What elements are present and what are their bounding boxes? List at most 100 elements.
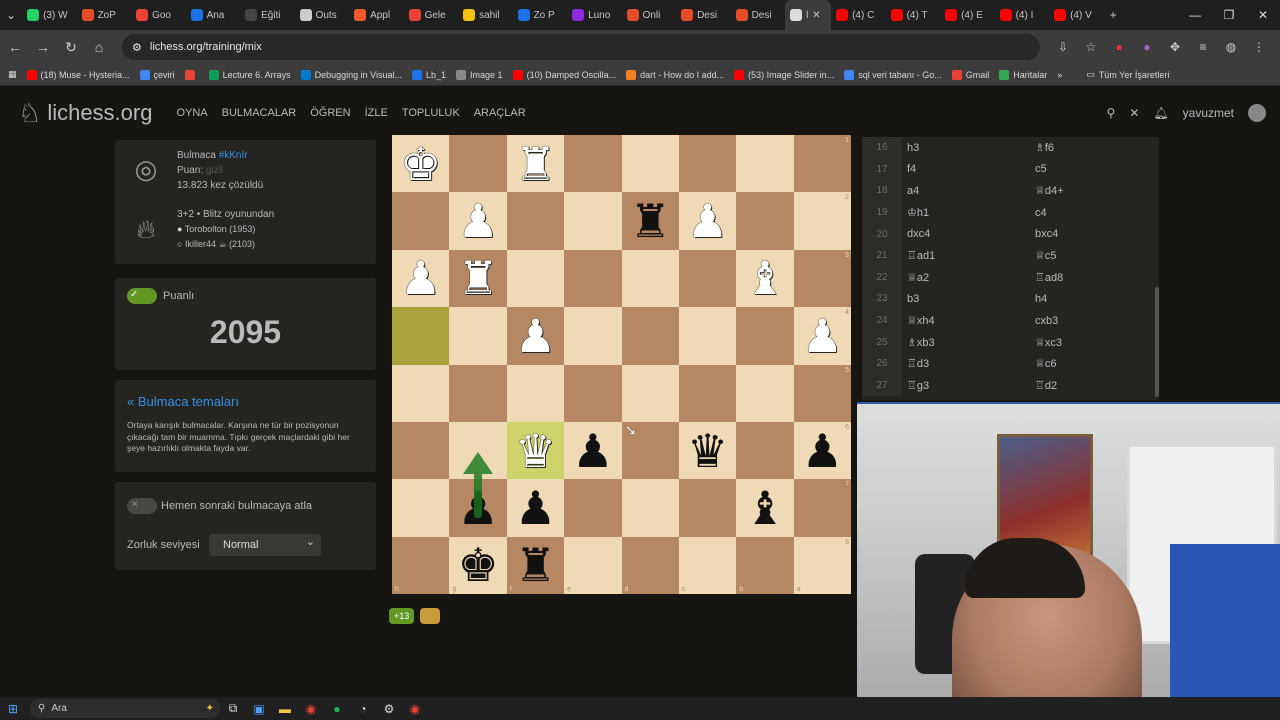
board-square[interactable] xyxy=(621,479,679,537)
white-move[interactable]: ♖g3 xyxy=(902,379,1030,392)
board-square[interactable] xyxy=(736,421,794,480)
board-square[interactable] xyxy=(678,249,737,308)
bookmark-item[interactable]: Debugging in Visual... xyxy=(300,69,402,80)
board-square[interactable] xyxy=(564,479,622,537)
white-move[interactable]: ♕xh4 xyxy=(902,314,1030,327)
chess-piece[interactable]: ♟ xyxy=(687,198,728,244)
board-square[interactable] xyxy=(678,135,737,193)
bookmark-item[interactable]: Image 1 xyxy=(456,69,503,80)
black-move[interactable]: cxb3 xyxy=(1030,315,1158,327)
browser-tab[interactable]: (4) V xyxy=(1049,0,1104,30)
site-info-icon[interactable]: ⚙ xyxy=(132,41,142,54)
black-move[interactable]: ♗f6 xyxy=(1030,141,1158,154)
black-move[interactable]: ♕c6 xyxy=(1030,357,1158,370)
board-square[interactable]: 7 xyxy=(793,479,851,537)
browser-tab[interactable]: (4) I xyxy=(995,0,1050,30)
board-square[interactable] xyxy=(736,307,794,365)
chess-piece[interactable]: ♚ xyxy=(457,542,498,588)
black-move[interactable]: ♕xc3 xyxy=(1030,336,1158,349)
chess-piece[interactable]: ♜ xyxy=(457,255,498,301)
browser-tab[interactable]: (3) W xyxy=(22,0,77,30)
browser-tab[interactable]: sahil xyxy=(458,0,513,30)
board-square[interactable] xyxy=(736,364,794,422)
board-square[interactable] xyxy=(678,307,737,365)
bookmark-item[interactable]: Lb_1 xyxy=(412,69,446,80)
extension-red-icon[interactable]: ● xyxy=(1108,36,1130,58)
black-move[interactable]: ♖d2 xyxy=(1030,379,1158,392)
extensions-icon[interactable]: ✥ xyxy=(1164,36,1186,58)
chess-board[interactable]: ♚♜1♟♜♟2♟♜♝3♟♟45♛♟♛♟6♟♟♝7h♚g♜fedcb8a xyxy=(392,135,851,594)
board-square[interactable] xyxy=(621,364,679,422)
browser-tab[interactable]: Eğiti xyxy=(240,0,295,30)
close-window-icon[interactable]: ✕ xyxy=(1246,0,1280,30)
bookmark-item[interactable]: çeviri xyxy=(139,69,175,80)
nav-community[interactable]: TOPLULUK xyxy=(402,107,460,119)
board-square[interactable]: ♜ xyxy=(506,135,565,193)
nav-play[interactable]: OYNA xyxy=(176,107,207,119)
board-square[interactable]: ♚ g xyxy=(449,536,507,594)
bookmark-item[interactable]: Haritalar xyxy=(999,69,1047,80)
hint-chip[interactable] xyxy=(420,608,441,624)
board-square[interactable] xyxy=(564,135,622,193)
bookmarks-more-button[interactable]: » xyxy=(1057,70,1062,80)
bookmark-item[interactable]: Lecture 6. Arrays xyxy=(208,69,291,80)
browser-tab[interactable]: Outs xyxy=(295,0,350,30)
reload-icon[interactable]: ↻ xyxy=(58,39,84,56)
chrome-icon[interactable]: ◉ xyxy=(298,697,324,720)
nav-learn[interactable]: ÖĞREN xyxy=(310,107,350,119)
board-square[interactable] xyxy=(506,364,565,422)
white-move[interactable]: a4 xyxy=(902,185,1030,197)
extension-purple-icon[interactable]: ● xyxy=(1136,36,1158,58)
board-square[interactable]: e xyxy=(564,536,622,594)
white-move[interactable]: h3 xyxy=(902,142,1030,154)
search-icon[interactable]: ⚲ xyxy=(1107,106,1116,120)
board-square[interactable]: ♟ xyxy=(449,192,507,250)
board-square[interactable]: ♜ xyxy=(621,192,679,250)
taskbar-search[interactable]: ⚲ Ara ✦ xyxy=(30,699,220,718)
board-square[interactable] xyxy=(392,479,450,537)
chess-piece[interactable]: ♜ xyxy=(515,542,556,588)
white-move[interactable]: ♕a2 xyxy=(902,271,1030,284)
white-move[interactable]: dxc4 xyxy=(902,228,1030,240)
board-square[interactable]: ♟ xyxy=(392,249,450,308)
chess-piece[interactable]: ♚ xyxy=(400,141,441,187)
url-input[interactable]: ⚙ lichess.org/training/mix xyxy=(122,34,1040,60)
minimize-icon[interactable]: — xyxy=(1178,0,1212,30)
board-square[interactable] xyxy=(449,307,507,365)
black-move[interactable]: ♕d4+ xyxy=(1030,184,1158,197)
game-type-link[interactable]: 3+2 • Blitz oyunundan xyxy=(177,207,274,222)
board-square[interactable]: 2 xyxy=(793,192,851,250)
browser-tab[interactable]: Desi xyxy=(676,0,731,30)
apps-icon[interactable]: ▦ xyxy=(8,69,17,80)
board-square[interactable]: ♛ xyxy=(678,421,737,480)
black-move[interactable]: bxc4 xyxy=(1030,228,1158,240)
menu-icon[interactable]: ⋮ xyxy=(1248,36,1270,58)
browser-tab[interactable]: Gele xyxy=(404,0,459,30)
black-move[interactable]: c4 xyxy=(1030,207,1158,219)
chess-piece[interactable]: ♟ xyxy=(457,198,498,244)
board-square[interactable]: ♜ f xyxy=(506,536,565,594)
white-move[interactable]: ♖d3 xyxy=(902,357,1030,370)
new-tab-button[interactable]: + xyxy=(1104,8,1123,22)
board-square[interactable]: ♜ xyxy=(449,249,507,308)
browser-tab[interactable]: Luno xyxy=(567,0,622,30)
board-square[interactable]: ♟ xyxy=(678,192,737,250)
board-square[interactable] xyxy=(678,479,737,537)
browser-tab[interactable]: Onli xyxy=(622,0,677,30)
board-square[interactable] xyxy=(564,307,622,365)
nav-puzzles[interactable]: BULMACALAR xyxy=(222,107,297,119)
board-square[interactable]: 3 xyxy=(793,249,851,308)
browser-tab[interactable]: Goo xyxy=(131,0,186,30)
board-square[interactable] xyxy=(736,135,794,193)
board-square[interactable] xyxy=(736,192,794,250)
board-square[interactable]: ♝ xyxy=(736,479,794,537)
chess-piece[interactable]: ♟ xyxy=(802,428,843,474)
chess-piece[interactable]: ♛ xyxy=(687,428,728,474)
install-icon[interactable]: ⇩ xyxy=(1052,36,1074,58)
browser-tab[interactable]: (4) C xyxy=(831,0,886,30)
white-move[interactable]: ♗xb3 xyxy=(902,336,1030,349)
board-square[interactable] xyxy=(564,364,622,422)
notification-bell-icon[interactable]: 🔔︎ xyxy=(1153,106,1168,120)
home-icon[interactable]: ⌂ xyxy=(86,39,112,55)
move-list-scrollbar[interactable] xyxy=(1155,287,1159,397)
